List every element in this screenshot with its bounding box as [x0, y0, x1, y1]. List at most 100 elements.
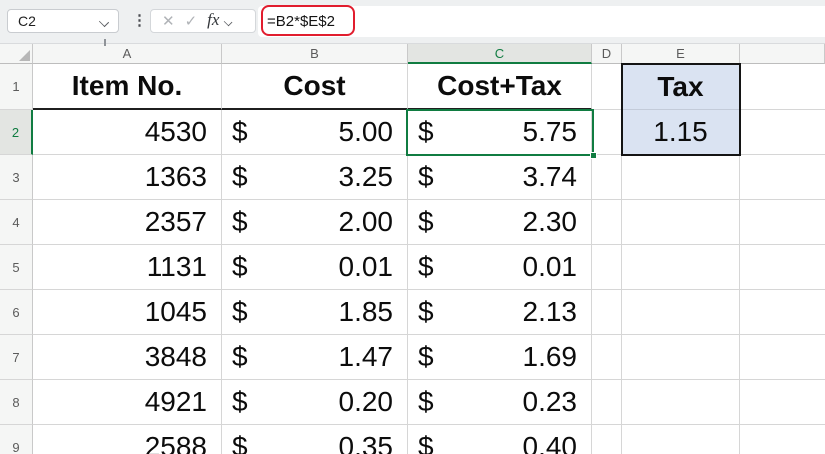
cell-f2[interactable]	[740, 110, 825, 155]
currency-symbol: $	[232, 296, 248, 327]
cell-c5[interactable]: $0.01	[408, 245, 592, 290]
formula-controls: ✕ ✓ fx	[150, 9, 256, 33]
column-header-f[interactable]	[740, 44, 825, 64]
row-header-6[interactable]: 6	[0, 290, 33, 335]
cell-f6[interactable]	[740, 290, 825, 335]
cell-f4[interactable]	[740, 200, 825, 245]
row-header-9[interactable]: 9	[0, 425, 33, 454]
cell-c1[interactable]: Cost+Tax	[408, 64, 592, 110]
cell-b5[interactable]: $0.01	[222, 245, 408, 290]
currency-symbol: $	[418, 251, 434, 282]
cell-c9[interactable]: $0.40	[408, 425, 592, 454]
cell-d4[interactable]	[592, 200, 622, 245]
cell-f9[interactable]	[740, 425, 825, 454]
sheet-grid: A B C D E 1 Item No. Cost Cost+Tax Tax 2…	[0, 44, 825, 454]
cell-a7[interactable]: 3848	[33, 335, 222, 380]
spreadsheet-app: C2 ⋮ ✕ ✓ fx =B2*$E$2 A B C D E 1 Item No…	[0, 0, 825, 454]
cell-a4[interactable]: 2357	[33, 200, 222, 245]
cell-b4[interactable]: $2.00	[222, 200, 408, 245]
cell-b6[interactable]: $1.85	[222, 290, 408, 335]
cell-f5[interactable]	[740, 245, 825, 290]
cell-f7[interactable]	[740, 335, 825, 380]
cell-c3[interactable]: $3.74	[408, 155, 592, 200]
currency-symbol: $	[232, 431, 248, 454]
cell-c2-selected[interactable]: $5.75	[408, 110, 592, 155]
chevron-down-icon[interactable]	[225, 17, 233, 25]
more-options-icon[interactable]: ⋮	[132, 11, 147, 31]
row-header-7[interactable]: 7	[0, 335, 33, 380]
cell-e8[interactable]	[622, 380, 740, 425]
row-header-2[interactable]: 2	[0, 110, 33, 155]
cell-d9[interactable]	[592, 425, 622, 454]
row-header-5[interactable]: 5	[0, 245, 33, 290]
name-box[interactable]: C2	[7, 9, 119, 33]
sheet-row-6: 6 1045 $1.85 $2.13	[0, 290, 825, 335]
cell-f8[interactable]	[740, 380, 825, 425]
currency-symbol: $	[232, 206, 248, 237]
insert-function-icon[interactable]: fx	[205, 10, 222, 32]
cell-c4[interactable]: $2.30	[408, 200, 592, 245]
sheet-row-3: 3 1363 $3.25 $3.74	[0, 155, 825, 200]
cell-e3[interactable]	[622, 155, 740, 200]
cell-d7[interactable]	[592, 335, 622, 380]
sheet-row-2: 2 4530 $5.00 $5.75 1.15	[0, 110, 825, 155]
sheet-row-8: 8 4921 $0.20 $0.23	[0, 380, 825, 425]
cell-a9[interactable]: 2588	[33, 425, 222, 454]
column-header-d[interactable]: D	[592, 44, 622, 64]
cell-c8[interactable]: $0.23	[408, 380, 592, 425]
column-header-c[interactable]: C	[408, 44, 592, 64]
cell-e9[interactable]	[622, 425, 740, 454]
cell-e2[interactable]: 1.15	[622, 110, 740, 155]
cell-b9[interactable]: $0.35	[222, 425, 408, 454]
currency-symbol: $	[232, 251, 248, 282]
cell-e1[interactable]: Tax	[622, 64, 740, 110]
cell-b2[interactable]: $5.00	[222, 110, 408, 155]
cell-a8[interactable]: 4921	[33, 380, 222, 425]
cell-d3[interactable]	[592, 155, 622, 200]
chevron-down-icon[interactable]	[100, 17, 109, 26]
currency-symbol: $	[418, 116, 434, 147]
cell-b7[interactable]: $1.47	[222, 335, 408, 380]
sheet-row-7: 7 3848 $1.47 $1.69	[0, 335, 825, 380]
row-header-4[interactable]: 4	[0, 200, 33, 245]
cancel-icon[interactable]: ✕	[151, 12, 183, 30]
column-header-a[interactable]: A	[33, 44, 222, 64]
cell-d6[interactable]	[592, 290, 622, 335]
currency-symbol: $	[232, 341, 248, 372]
cell-d8[interactable]	[592, 380, 622, 425]
cell-a3[interactable]: 1363	[33, 155, 222, 200]
sheet-row-9: 9 2588 $0.35 $0.40	[0, 425, 825, 454]
cell-a1[interactable]: Item No.	[33, 64, 222, 110]
cell-e6[interactable]	[622, 290, 740, 335]
column-header-b[interactable]: B	[222, 44, 408, 64]
cell-e5[interactable]	[622, 245, 740, 290]
cell-d2[interactable]	[592, 110, 622, 155]
formula-text: =B2*$E$2	[267, 13, 335, 30]
row-header-1[interactable]: 1	[0, 64, 33, 110]
cell-e7[interactable]	[622, 335, 740, 380]
cell-a2[interactable]: 4530	[33, 110, 222, 155]
cell-a5[interactable]: 1131	[33, 245, 222, 290]
sheet-row-5: 5 1131 $0.01 $0.01	[0, 245, 825, 290]
formula-bar[interactable]: =B2*$E$2	[258, 5, 825, 37]
row-header-3[interactable]: 3	[0, 155, 33, 200]
cell-c7[interactable]: $1.69	[408, 335, 592, 380]
cell-a6[interactable]: 1045	[33, 290, 222, 335]
cell-c6[interactable]: $2.13	[408, 290, 592, 335]
formula-toolbar: C2 ⋮ ✕ ✓ fx =B2*$E$2	[0, 0, 825, 44]
enter-icon[interactable]: ✓	[183, 12, 206, 30]
row-header-8[interactable]: 8	[0, 380, 33, 425]
cell-b8[interactable]: $0.20	[222, 380, 408, 425]
sheet-row-1: 1 Item No. Cost Cost+Tax Tax	[0, 64, 825, 110]
cell-b1[interactable]: Cost	[222, 64, 408, 110]
cell-e4[interactable]	[622, 200, 740, 245]
cell-b3[interactable]: $3.25	[222, 155, 408, 200]
column-header-e[interactable]: E	[622, 44, 740, 64]
cell-d5[interactable]	[592, 245, 622, 290]
cell-f3[interactable]	[740, 155, 825, 200]
cell-d1[interactable]	[592, 64, 622, 110]
select-all-corner[interactable]	[0, 44, 33, 64]
cell-f1[interactable]	[740, 64, 825, 110]
select-all-triangle-icon	[19, 50, 30, 61]
name-box-divider	[104, 39, 106, 46]
